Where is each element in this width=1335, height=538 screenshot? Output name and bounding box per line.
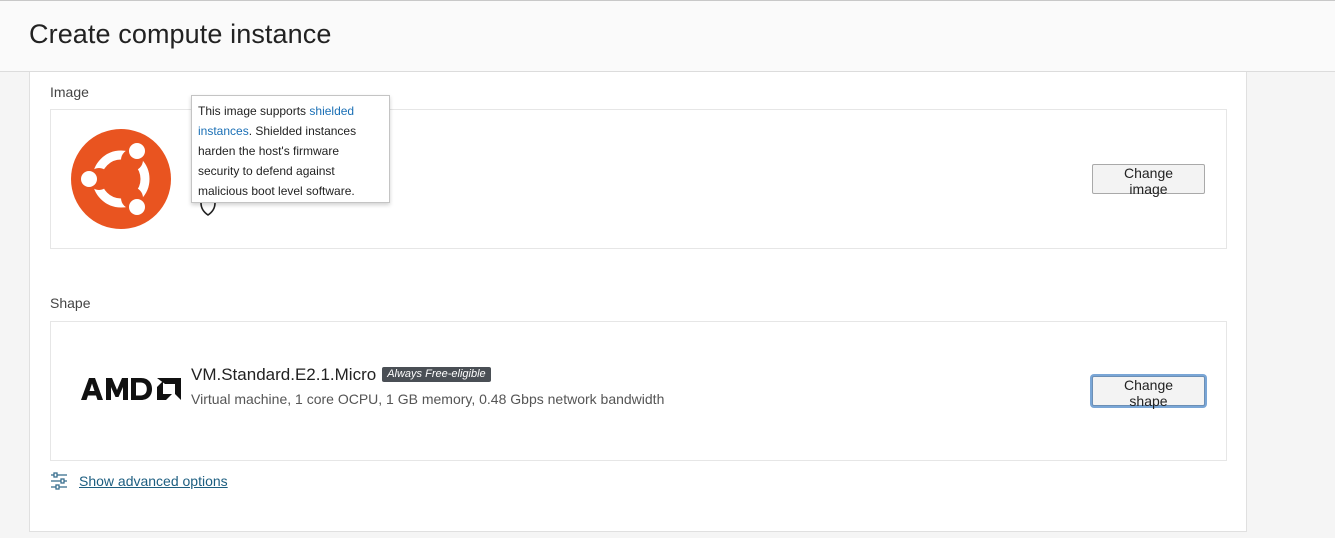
change-image-button[interactable]: Change image bbox=[1092, 164, 1205, 197]
shape-name-row: VM.Standard.E2.1.Micro Always Free-eligib… bbox=[191, 365, 491, 385]
shape-description: Virtual machine, 1 core OCPU, 1 GB memor… bbox=[191, 391, 665, 407]
image-section-label: Image bbox=[50, 84, 89, 100]
sliders-icon bbox=[51, 472, 67, 490]
page-header: Create compute instance bbox=[0, 1, 1335, 72]
amd-logo-icon bbox=[81, 378, 181, 400]
page: Create compute instance Image Change ima… bbox=[0, 0, 1335, 538]
shielded-instance-tooltip: This image supports shielded instances. … bbox=[191, 95, 390, 203]
change-shape-button[interactable]: Change shape bbox=[1092, 376, 1205, 409]
ubuntu-logo-icon bbox=[71, 129, 171, 229]
page-title: Create compute instance bbox=[29, 19, 332, 49]
tooltip-text-prefix: This image supports bbox=[198, 104, 310, 118]
show-advanced-options-link[interactable]: Show advanced options bbox=[79, 473, 228, 489]
shape-section-label: Shape bbox=[50, 295, 91, 311]
always-free-badge: Always Free-eligible bbox=[382, 367, 491, 382]
shape-card: VM.Standard.E2.1.Micro Always Free-eligib… bbox=[50, 321, 1227, 461]
shape-name: VM.Standard.E2.1.Micro bbox=[191, 365, 377, 384]
advanced-options-row[interactable]: Show advanced options bbox=[50, 471, 228, 491]
